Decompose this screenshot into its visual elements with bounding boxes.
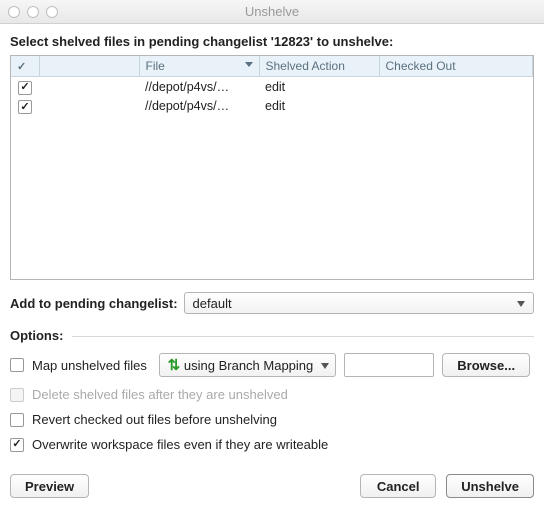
column-header-file[interactable]: File <box>139 56 259 77</box>
map-unshelved-checkbox[interactable] <box>10 358 24 372</box>
options-legend: Options: <box>10 328 534 343</box>
column-header-blank[interactable] <box>39 56 139 77</box>
zoom-icon[interactable] <box>46 6 58 18</box>
titlebar: Unshelve <box>0 0 544 24</box>
branch-mapping-select[interactable]: ⇅ using Branch Mapping <box>159 353 336 377</box>
table-row[interactable]: //depot/p4vs/… edit <box>11 77 533 97</box>
cell-action: edit <box>259 77 379 97</box>
shelved-files-table[interactable]: ✓ File Shelved Action Checked Out //depo… <box>10 55 534 280</box>
window-title: Unshelve <box>0 4 544 19</box>
column-header-checked-out[interactable]: Checked Out <box>379 56 533 77</box>
branch-mapping-input[interactable] <box>344 353 434 377</box>
sort-indicator-icon <box>245 62 253 67</box>
delete-after-checkbox <box>10 388 24 402</box>
cell-file: //depot/p4vs/… <box>139 77 259 97</box>
close-icon[interactable] <box>8 6 20 18</box>
cell-file: //depot/p4vs/… <box>139 97 259 117</box>
window-controls <box>0 6 58 18</box>
column-header-shelved-action[interactable]: Shelved Action <box>259 56 379 77</box>
branch-icon: ⇅ <box>166 357 182 373</box>
overwrite-checkbox[interactable] <box>10 438 24 452</box>
add-to-changelist-select[interactable]: default <box>184 292 534 314</box>
column-header-check[interactable]: ✓ <box>11 56 39 77</box>
unshelve-button[interactable]: Unshelve <box>446 474 534 498</box>
delete-after-label: Delete shelved files after they are unsh… <box>32 387 288 402</box>
instruction-text: Select shelved files in pending changeli… <box>10 34 534 49</box>
overwrite-label: Overwrite workspace files even if they a… <box>32 437 328 452</box>
preview-button[interactable]: Preview <box>10 474 89 498</box>
cell-action: edit <box>259 97 379 117</box>
map-unshelved-label: Map unshelved files <box>32 358 147 373</box>
revert-checkbox[interactable] <box>10 413 24 427</box>
table-row[interactable]: //depot/p4vs/… edit <box>11 97 533 117</box>
browse-button[interactable]: Browse... <box>442 353 530 377</box>
cancel-button[interactable]: Cancel <box>360 474 436 498</box>
minimize-icon[interactable] <box>27 6 39 18</box>
add-to-label: Add to pending changelist: <box>10 296 178 311</box>
cell-checked-out <box>379 77 533 97</box>
revert-label: Revert checked out files before unshelvi… <box>32 412 277 427</box>
row-checkbox[interactable] <box>18 81 32 95</box>
row-checkbox[interactable] <box>18 100 32 114</box>
cell-checked-out <box>379 97 533 117</box>
